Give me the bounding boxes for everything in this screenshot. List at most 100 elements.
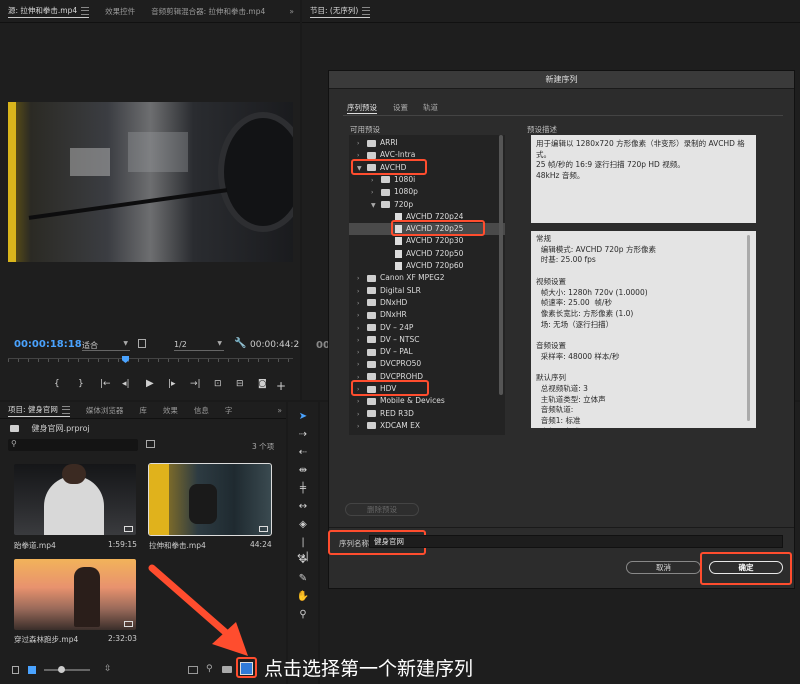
rolling-edit-icon[interactable]: ╪: [296, 482, 310, 496]
rate-stretch-icon[interactable]: ↔: [296, 500, 310, 514]
wrench-icon[interactable]: 🔧: [234, 338, 246, 349]
chevron-right-icon[interactable]: ›: [357, 273, 367, 285]
preset-folder-item[interactable]: › 1080i: [349, 174, 505, 186]
pen-icon[interactable]: ✎: [296, 572, 310, 586]
cancel-button[interactable]: 取消: [626, 561, 701, 574]
tab-effect-controls[interactable]: 效果控件: [105, 6, 135, 17]
slide-icon[interactable]: ✥: [296, 554, 310, 568]
hand-icon[interactable]: ✋: [296, 590, 310, 604]
delete-preset-button[interactable]: 删除预设: [345, 503, 419, 516]
go-to-out-icon[interactable]: →|: [190, 379, 201, 389]
dialog-divider: [329, 527, 794, 528]
clip-thumbnail[interactable]: [14, 559, 136, 630]
source-timecode[interactable]: 00:00:18:18: [14, 339, 82, 350]
tab-source[interactable]: 源: 拉伸和拳击.mp4: [8, 5, 90, 18]
tab-project[interactable]: 项目: 健身官网: [8, 404, 70, 417]
preset-folder-item[interactable]: › XDCAM EX: [349, 420, 505, 432]
chevron-right-icon[interactable]: ›: [357, 347, 367, 359]
preset-folder-item[interactable]: › DVCPRO50: [349, 358, 505, 370]
list-view-icon[interactable]: [28, 666, 36, 674]
tab-audio-clip-mixer[interactable]: 音频剪辑混合器: 拉伸和拳击.mp4: [151, 6, 265, 17]
tab-libraries[interactable]: 库: [139, 405, 147, 416]
selection-tool-icon[interactable]: ➤: [296, 410, 310, 424]
chevron-right-icon[interactable]: ›: [357, 323, 367, 335]
preset-folder-item[interactable]: › DV – 24P: [349, 322, 505, 334]
chevron-right-icon[interactable]: ›: [357, 286, 367, 298]
track-select-backward-icon[interactable]: ⇠: [296, 446, 310, 460]
dialog-tab-presets[interactable]: 序列预设: [347, 102, 377, 114]
fit-dropdown[interactable]: 适合 ▼: [82, 340, 130, 351]
track-select-forward-icon[interactable]: ⇢: [296, 428, 310, 442]
chevron-right-icon[interactable]: ›: [357, 396, 367, 408]
chevron-right-icon[interactable]: ›: [371, 187, 381, 199]
preset-folder-item[interactable]: › RED R3D: [349, 408, 505, 420]
tree-scrollbar[interactable]: [499, 135, 503, 395]
chevron-right-icon[interactable]: ›: [357, 310, 367, 322]
zoom-slider-handle[interactable]: [58, 666, 65, 673]
mark-in-icon[interactable]: {: [54, 379, 60, 389]
preset-folder-item[interactable]: › Canon XF MPEG2: [349, 272, 505, 284]
resolution-dropdown[interactable]: 1/2 ▼: [174, 340, 224, 351]
preset-file-item[interactable]: AVCHD 720p30: [349, 235, 505, 247]
preset-folder-item[interactable]: › 1080p: [349, 186, 505, 198]
expand-panels-icon[interactable]: »: [289, 7, 294, 16]
chevron-right-icon[interactable]: ›: [357, 359, 367, 371]
dialog-tab-tracks[interactable]: 轨道: [423, 102, 438, 113]
zoom-slider[interactable]: [44, 666, 90, 673]
clip-thumbnail[interactable]: [14, 464, 136, 535]
insert-icon[interactable]: ⊡: [214, 379, 222, 389]
mark-out-icon[interactable]: }: [78, 379, 84, 389]
export-frame-icon[interactable]: ◙: [258, 379, 267, 389]
project-tabbar: 项目: 健身官网 媒体浏览器 库 效果 信息 字 »: [0, 402, 286, 419]
preset-folder-item[interactable]: › DV – PAL: [349, 346, 505, 358]
chevron-right-icon[interactable]: ›: [371, 175, 381, 187]
chevron-right-icon[interactable]: ›: [357, 298, 367, 310]
chevron-down-icon[interactable]: ▼: [371, 200, 381, 212]
search-input[interactable]: ⚲: [8, 439, 138, 451]
chevron-right-icon[interactable]: ›: [357, 335, 367, 347]
dialog-tab-settings[interactable]: 设置: [393, 102, 408, 113]
source-timeline-ruler[interactable]: [8, 358, 293, 370]
chevron-right-icon[interactable]: ›: [357, 409, 367, 421]
panel-menu-icon[interactable]: [81, 6, 90, 15]
clip-thumbnail[interactable]: [148, 463, 272, 536]
ripple-edit-icon[interactable]: ⇹: [296, 464, 310, 478]
preset-folder-item[interactable]: › Mobile & Devices: [349, 395, 505, 407]
preset-file-item[interactable]: AVCHD 720p50: [349, 248, 505, 260]
panel-menu-icon[interactable]: [362, 6, 371, 15]
new-bin-from-search-icon[interactable]: [146, 440, 155, 448]
chevron-right-icon[interactable]: ›: [357, 421, 367, 433]
settings-icon[interactable]: [138, 339, 146, 348]
play-icon[interactable]: ▶: [146, 378, 154, 389]
slip-icon[interactable]: |↔|: [296, 536, 310, 562]
step-back-icon[interactable]: ◂|: [122, 379, 130, 389]
chevron-right-icon[interactable]: ›: [357, 138, 367, 150]
preset-folder-item[interactable]: › DNxHD: [349, 297, 505, 309]
preset-folder-item[interactable]: › DV – NTSC: [349, 334, 505, 346]
ok-button[interactable]: 确定: [709, 561, 783, 574]
step-forward-icon[interactable]: |▸: [168, 379, 176, 389]
preset-folder-item[interactable]: › Digital SLR: [349, 285, 505, 297]
tab-effects[interactable]: 效果: [163, 405, 178, 416]
razor-icon[interactable]: ◈: [296, 518, 310, 532]
go-to-in-icon[interactable]: |←: [100, 379, 111, 389]
add-button-icon[interactable]: +: [276, 379, 286, 393]
preset-folder-item[interactable]: › ARRI: [349, 137, 505, 149]
lock-icon[interactable]: [12, 666, 19, 674]
sequence-name-field[interactable]: 健身官网: [369, 535, 783, 548]
clip-name: 穿过森林跑步.mp4: [14, 635, 79, 644]
overwrite-icon[interactable]: ⊟: [236, 379, 244, 389]
zoom-icon[interactable]: ⚲: [296, 608, 310, 622]
details-scrollbar[interactable]: [747, 235, 750, 421]
tab-captions[interactable]: 字: [225, 405, 233, 416]
panel-menu-icon[interactable]: [61, 405, 70, 414]
sort-icon[interactable]: ⇳: [104, 664, 112, 674]
preset-tree[interactable]: › ARRI › AVC-Intra ▼ AVCHD › 1080i › 1080p ▼ 720p AV…: [349, 135, 505, 435]
tab-program[interactable]: 节目: (无序列): [310, 5, 371, 18]
tab-media-browser[interactable]: 媒体浏览器: [86, 405, 124, 416]
preset-file-item[interactable]: AVCHD 720p60: [349, 260, 505, 272]
tab-info[interactable]: 信息: [194, 405, 209, 416]
preset-folder-item[interactable]: ▼ 720p: [349, 199, 505, 211]
preset-folder-item[interactable]: › DNxHR: [349, 309, 505, 321]
expand-panels-icon[interactable]: »: [277, 406, 282, 415]
